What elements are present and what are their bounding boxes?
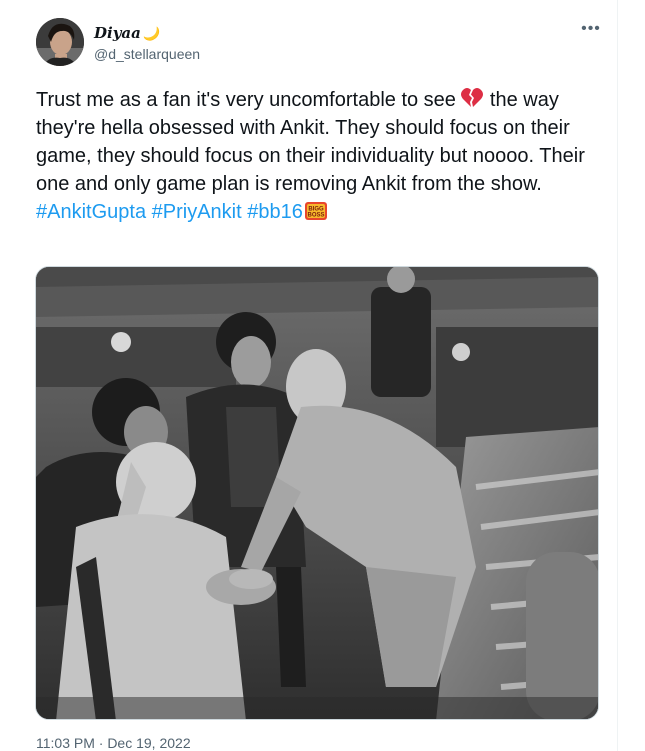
- hashtag-priyankit[interactable]: #PriyAnkit: [152, 201, 242, 223]
- more-options-button[interactable]: •••: [578, 20, 604, 42]
- tweet-text-part1: Trust me as a fan it's very uncomfortabl…: [36, 89, 456, 111]
- hashtag-bb16[interactable]: #bb16: [247, 201, 303, 223]
- avatar[interactable]: [36, 18, 84, 66]
- tweet-photo[interactable]: [35, 266, 599, 720]
- crescent-moon-icon: 🌙: [142, 27, 160, 42]
- hashtag-ankitgupta[interactable]: #AnkitGupta: [36, 201, 146, 223]
- display-name-text: Diyaa: [94, 24, 141, 42]
- badge-line-2: BOSS: [307, 213, 324, 219]
- tweet-timestamp[interactable]: 11:03 PM · Dec 19, 2022: [36, 735, 191, 751]
- display-name[interactable]: Diyaa 🌙: [94, 24, 159, 42]
- bigg-boss-logo-icon: BIGG BOSS: [304, 201, 328, 221]
- hashtag-list: #AnkitGupta #PriyAnkit #bb16: [36, 201, 303, 223]
- broken-heart-icon: [460, 87, 484, 109]
- tweet-card: Diyaa 🌙 @d_stellarqueen ••• Trust me as a…: [0, 0, 618, 751]
- more-horizontal-icon: •••: [581, 20, 601, 37]
- user-handle[interactable]: @d_stellarqueen: [94, 46, 200, 62]
- photo-scene: [36, 267, 598, 719]
- tweet-text: Trust me as a fan it's very uncomfortabl…: [36, 86, 611, 226]
